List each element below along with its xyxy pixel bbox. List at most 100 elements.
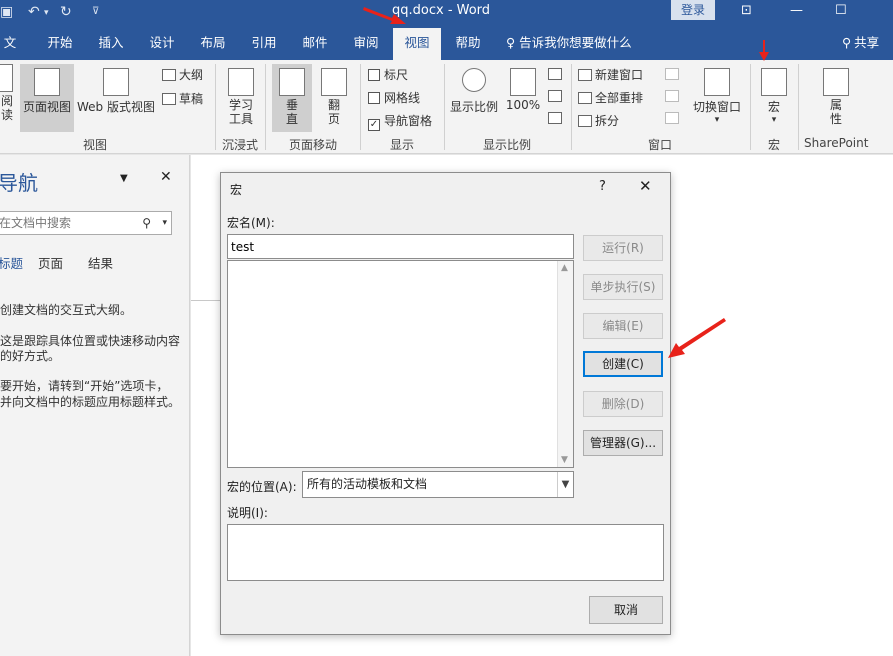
switch-windows-dropdown-icon: ▾ [714,115,720,125]
tab-insert[interactable]: 插入 [91,28,131,60]
undo-icon[interactable]: ↶ [28,4,40,20]
login-button[interactable]: 登录 [671,0,715,20]
vertical-button[interactable]: 垂直 [272,64,312,132]
macro-name-label: 宏名(M): [227,216,275,230]
location-value: 所有的活动模板和文档 [307,477,428,491]
new-window-button[interactable]: 新建窗口 [578,66,643,83]
switch-windows-label: 切换窗口 [692,100,741,114]
multiple-pages-icon[interactable] [548,90,562,102]
reset-position-icon[interactable] [665,112,679,124]
arrange-all-label: 全部重排 [595,91,644,105]
undo-dropdown-icon[interactable]: ▾ [44,8,49,18]
page-movement-group-label: 页面移动 [289,138,338,152]
macro-list-scrollbar[interactable]: ▲ ▼ [557,261,573,467]
gridlines-checkbox[interactable]: 网格线 [368,89,420,106]
tab-help[interactable]: 帮助 [448,28,488,60]
step-into-button[interactable]: 单步执行(S) [583,274,663,300]
window-group-label: 窗口 [648,138,673,152]
gridlines-check-icon [368,92,380,104]
description-field[interactable] [227,524,664,581]
nav-search-input[interactable]: 在文档中搜索 ⚲ ▾ [0,211,172,235]
arrange-all-button[interactable]: 全部重排 [578,89,643,106]
learning-tools-button[interactable]: 学习工具 [222,68,260,126]
scroll-down-icon[interactable]: ▼ [561,455,568,465]
vertical-icon [279,68,305,96]
minimize-icon[interactable]: — [790,3,803,18]
one-page-icon[interactable] [548,68,562,80]
nav-tab-results[interactable]: 结果 [88,253,113,272]
draft-icon [162,93,176,105]
redo-icon[interactable]: ↻ [60,4,72,20]
print-layout-button[interactable]: 页面视图 [20,64,74,132]
side-to-side-button[interactable]: 翻页 [316,68,352,126]
web-layout-icon [103,68,129,96]
properties-button[interactable]: 属性 [818,68,854,126]
tab-layout[interactable]: 布局 [193,28,233,60]
restore-icon[interactable]: ☐ [835,3,847,18]
switch-windows-button[interactable]: 切换窗口 ▾ [690,68,744,125]
tab-references[interactable]: 引用 [244,28,284,60]
delete-button[interactable]: 删除(D) [583,391,663,417]
close-icon[interactable]: ✕ [639,177,652,195]
close-icon[interactable]: ✕ [160,169,172,185]
macro-list[interactable]: ▲ ▼ [227,260,574,468]
ribbon-display-icon[interactable]: ⊡ [741,3,752,18]
split-button[interactable]: 拆分 [578,112,619,129]
tab-design[interactable]: 设计 [142,28,182,60]
location-select[interactable]: 所有的活动模板和文档 ▼ [302,471,574,498]
tab-home[interactable]: 开始 [40,28,80,60]
scroll-up-icon[interactable]: ▲ [561,263,568,273]
tab-mailings[interactable]: 邮件 [295,28,335,60]
share-button[interactable]: ⚲ 共享 [842,28,879,58]
tab-view[interactable]: 视图 [393,28,441,60]
read-mode-button[interactable]: 阅读视图 [0,64,18,122]
nav-tab-headings[interactable]: 标题 [0,253,23,272]
outline-button[interactable]: 大纲 [162,66,203,83]
save-icon[interactable]: ▣ [0,4,13,20]
zoom-100-icon [510,68,536,96]
help-icon[interactable]: ? [599,179,606,194]
nav-help-text: 创建文档的交互式大纲。 [0,303,133,317]
view-side-by-side-icon[interactable] [665,68,679,80]
chevron-down-icon[interactable]: ▼ [557,472,573,497]
tab-review[interactable]: 审阅 [346,28,386,60]
run-button[interactable]: 运行(R) [583,235,663,261]
tab-file[interactable]: 文件 [0,28,20,80]
web-layout-label: Web 版式视图 [77,100,155,114]
customize-icon[interactable]: ⊽ [92,6,99,17]
draft-button[interactable]: 草稿 [162,90,203,107]
learning-tools-icon [228,68,254,96]
page-width-icon[interactable] [548,112,562,124]
nav-options-icon[interactable]: ▼ [120,173,128,184]
macros-button[interactable]: 宏 ▾ [756,68,792,125]
magnifier-icon [462,68,486,92]
outline-icon [162,69,176,81]
search-icon[interactable]: ⚲ [142,212,151,234]
organizer-button[interactable]: 管理器(G)... [583,430,663,456]
dialog-title: 宏 [230,183,243,197]
ruler-checkbox[interactable]: 标尺 [368,66,408,83]
group-separator [571,64,572,150]
title-bar: ▣ ↶ ▾ ↻ ⊽ qq.docx - Word 登录 ⊡ — ☐ [0,0,893,28]
sync-scroll-icon[interactable] [665,90,679,102]
read-mode-icon [0,64,13,92]
zoom-button[interactable]: 显示比例 [448,68,500,115]
nav-help-text: 并向文档中的标题应用标题样式。 [0,395,181,409]
description-label: 说明(I): [227,506,268,520]
side-to-side-icon [321,68,347,96]
macros-dropdown-icon: ▾ [771,115,777,125]
share-label: 共享 [854,35,880,50]
macro-name-input[interactable] [227,234,574,259]
nav-pane-title: 导航 [0,171,38,195]
web-layout-button[interactable]: Web 版式视图 [76,68,156,115]
learning-tools-label: 学习工具 [228,98,253,126]
cancel-button[interactable]: 取消 [589,596,663,624]
zoom-100-button[interactable]: 100% [505,68,541,112]
create-button[interactable]: 创建(C) [583,351,663,377]
search-dropdown-icon[interactable]: ▾ [162,212,167,234]
nav-pane-checkbox[interactable]: ✓ 导航窗格 [368,112,432,131]
nav-tab-pages[interactable]: 页面 [38,253,63,272]
read-mode-label: 阅读视图 [0,94,13,122]
edit-button[interactable]: 编辑(E) [583,313,663,339]
tell-me-search[interactable]: ♀ 告诉我你想要做什么 [506,28,632,58]
